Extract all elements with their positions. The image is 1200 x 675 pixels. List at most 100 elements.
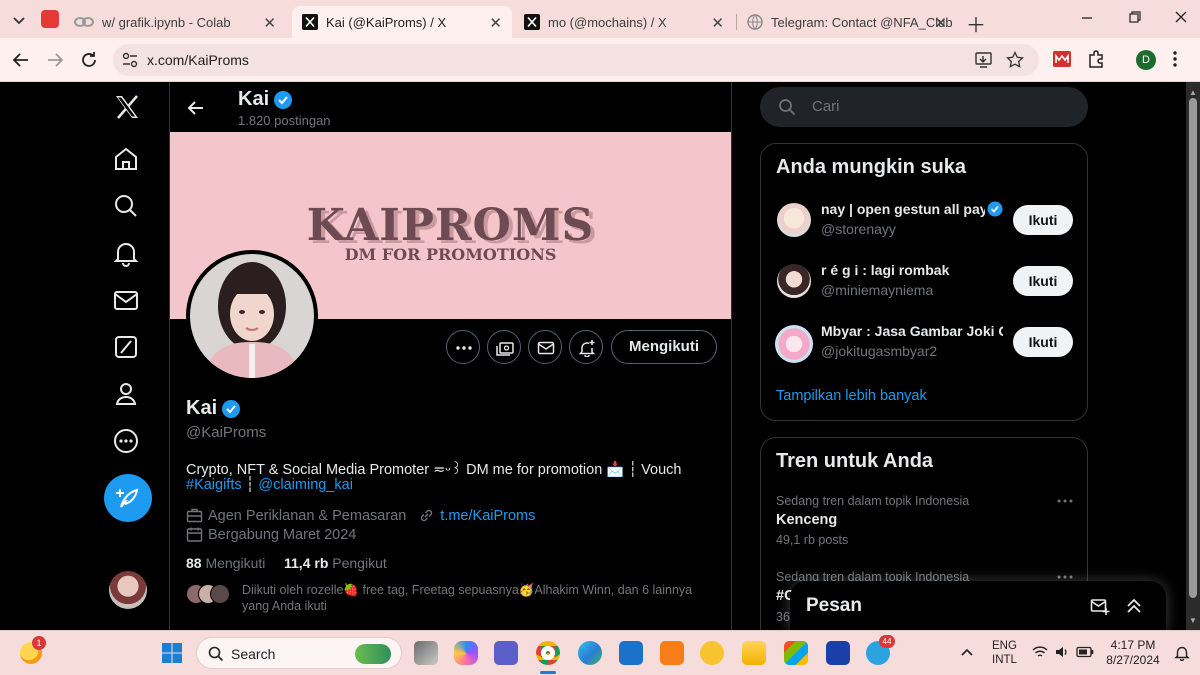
subscribe-button[interactable] bbox=[487, 330, 521, 364]
follow-button[interactable]: Ikuti bbox=[1013, 327, 1073, 357]
back-button[interactable] bbox=[186, 98, 206, 118]
notify-button[interactable] bbox=[569, 330, 603, 364]
followed-by-text-1[interactable]: Diikuti oleh rozelle🍓 free tag, Freetag … bbox=[242, 583, 692, 598]
file-explorer-icon[interactable] bbox=[742, 641, 766, 665]
followed-by-avatars[interactable] bbox=[186, 584, 232, 606]
restore-button[interactable] bbox=[1128, 10, 1142, 24]
scroll-down-icon[interactable]: ▼ bbox=[1189, 616, 1197, 625]
trend-more-button[interactable] bbox=[1057, 498, 1073, 504]
bookmark-star-icon[interactable] bbox=[1006, 51, 1024, 69]
tab-search-button[interactable] bbox=[8, 9, 30, 31]
close-icon[interactable]: ✕ bbox=[934, 14, 947, 32]
media-icon[interactable] bbox=[700, 641, 724, 665]
volume-icon[interactable] bbox=[1054, 645, 1070, 659]
tab-telegram[interactable]: Telegram: Contact @NFA_Club ✕ bbox=[737, 6, 957, 38]
profile-avatar[interactable]: D bbox=[1136, 50, 1156, 70]
close-icon[interactable]: ✕ bbox=[489, 14, 502, 32]
trend-name[interactable]: Kenceng bbox=[776, 512, 837, 528]
page-scrollbar[interactable]: ▲ ▼ bbox=[1186, 82, 1200, 630]
scroll-up-icon[interactable]: ▲ bbox=[1189, 88, 1197, 97]
site-settings-icon[interactable] bbox=[121, 51, 139, 69]
tab-mochains[interactable]: mo (@mochains) / X ✕ bbox=[514, 6, 734, 38]
suggestion-avatar[interactable] bbox=[775, 325, 813, 363]
back-button[interactable] bbox=[10, 49, 32, 71]
teams-icon[interactable] bbox=[494, 641, 518, 665]
suggestion-name-row[interactable]: nay | open gestun all pay bbox=[821, 201, 1003, 217]
app-icon[interactable] bbox=[826, 641, 850, 665]
suggestion-name[interactable]: r é g i : lagi rombak bbox=[821, 262, 1001, 278]
reload-button[interactable] bbox=[78, 49, 100, 71]
expand-drawer-button[interactable] bbox=[1124, 596, 1144, 616]
tab-kai[interactable]: Kai (@KaiProms) / X ✕ bbox=[292, 6, 512, 38]
suggestion-name[interactable]: Mbyar : Jasa Gambar Joki G bbox=[821, 323, 1003, 339]
extension-button[interactable] bbox=[1053, 51, 1071, 67]
copilot-icon[interactable] bbox=[454, 641, 478, 665]
nav-more[interactable] bbox=[112, 427, 144, 459]
hashtag-link[interactable]: #Kaigifts bbox=[186, 477, 242, 493]
followers-count-link[interactable]: 11,4 rb Pengikut bbox=[284, 555, 387, 571]
nav-home[interactable] bbox=[112, 145, 144, 177]
profile-avatar[interactable] bbox=[186, 250, 318, 382]
suggestion-avatar[interactable] bbox=[777, 203, 811, 237]
tray-overflow-button[interactable] bbox=[960, 645, 974, 659]
language-indicator[interactable]: ENG INTL bbox=[992, 639, 1017, 667]
battery-icon[interactable] bbox=[1076, 646, 1094, 658]
browser-toolbar: x.com/KaiProms D bbox=[0, 38, 1200, 82]
store-icon[interactable] bbox=[784, 641, 808, 665]
start-button[interactable] bbox=[161, 642, 183, 664]
x-home-logo[interactable] bbox=[112, 92, 144, 124]
account-avatar[interactable] bbox=[109, 571, 147, 609]
header-name-row: Kai bbox=[238, 88, 293, 111]
mail-app-icon[interactable] bbox=[619, 641, 643, 665]
edge-icon[interactable] bbox=[578, 641, 602, 665]
close-icon[interactable]: ✕ bbox=[711, 14, 724, 32]
mention-link[interactable]: @claiming_kai bbox=[258, 477, 353, 493]
taskbar-search[interactable]: Search bbox=[196, 637, 402, 669]
new-message-button[interactable] bbox=[1090, 596, 1110, 616]
search-box[interactable]: Cari bbox=[760, 87, 1088, 127]
suggestion-avatar[interactable] bbox=[777, 264, 811, 298]
nav-profile[interactable] bbox=[112, 380, 144, 412]
colab-icon bbox=[74, 17, 94, 27]
message-button[interactable] bbox=[528, 330, 562, 364]
extensions-menu-button[interactable] bbox=[1086, 49, 1106, 69]
install-app-icon[interactable] bbox=[975, 51, 993, 69]
followed-by-text-2[interactable]: yang Anda ikuti bbox=[242, 599, 327, 613]
search-icon bbox=[115, 195, 137, 217]
compose-post-button[interactable] bbox=[104, 474, 152, 522]
clock[interactable]: 4:17 PM 8/27/2024 bbox=[1106, 638, 1160, 668]
address-bar[interactable]: x.com/KaiProms bbox=[113, 44, 1039, 76]
profile-link[interactable]: t.me/KaiProms bbox=[440, 508, 535, 524]
telegram-icon[interactable]: 44 bbox=[866, 635, 895, 665]
close-icon[interactable]: ✕ bbox=[263, 14, 276, 32]
follow-button[interactable]: Ikuti bbox=[1013, 266, 1073, 296]
minimize-button[interactable] bbox=[1080, 10, 1094, 24]
briefcase-icon bbox=[186, 508, 203, 523]
browser-menu-button[interactable] bbox=[1172, 49, 1178, 69]
forward-button[interactable] bbox=[44, 49, 66, 71]
show-more-link[interactable]: Tampilkan lebih banyak bbox=[776, 388, 927, 404]
reload-icon bbox=[82, 52, 96, 67]
xampp-icon[interactable] bbox=[660, 641, 684, 665]
notifications-button[interactable] bbox=[1174, 645, 1190, 661]
weather-widget[interactable]: 1 bbox=[20, 636, 46, 664]
following-count-link[interactable]: 88 Mengikuti bbox=[186, 555, 265, 571]
nav-notifications[interactable] bbox=[112, 239, 144, 271]
more-circle-icon bbox=[114, 429, 138, 453]
trend-more-button[interactable] bbox=[1057, 574, 1073, 580]
nav-messages[interactable] bbox=[112, 286, 144, 318]
messages-drawer[interactable]: Pesan bbox=[790, 581, 1166, 633]
scrollbar-thumb[interactable] bbox=[1189, 98, 1197, 598]
chrome-icon[interactable] bbox=[536, 641, 560, 665]
nav-grok[interactable] bbox=[112, 333, 144, 365]
profile-handle: @KaiProms bbox=[186, 424, 267, 441]
following-button[interactable]: Mengikuti bbox=[611, 330, 717, 364]
follow-button[interactable]: Ikuti bbox=[1013, 205, 1073, 235]
tab-colab[interactable]: w/ grafik.ipynb - Colab ✕ bbox=[64, 6, 286, 38]
more-options-button[interactable] bbox=[446, 330, 480, 364]
new-tab-button[interactable]: ＋ bbox=[966, 9, 986, 38]
task-view-icon[interactable] bbox=[414, 641, 438, 665]
close-window-button[interactable] bbox=[1174, 10, 1188, 24]
network-icon[interactable] bbox=[1032, 645, 1048, 659]
nav-explore[interactable] bbox=[112, 192, 144, 224]
